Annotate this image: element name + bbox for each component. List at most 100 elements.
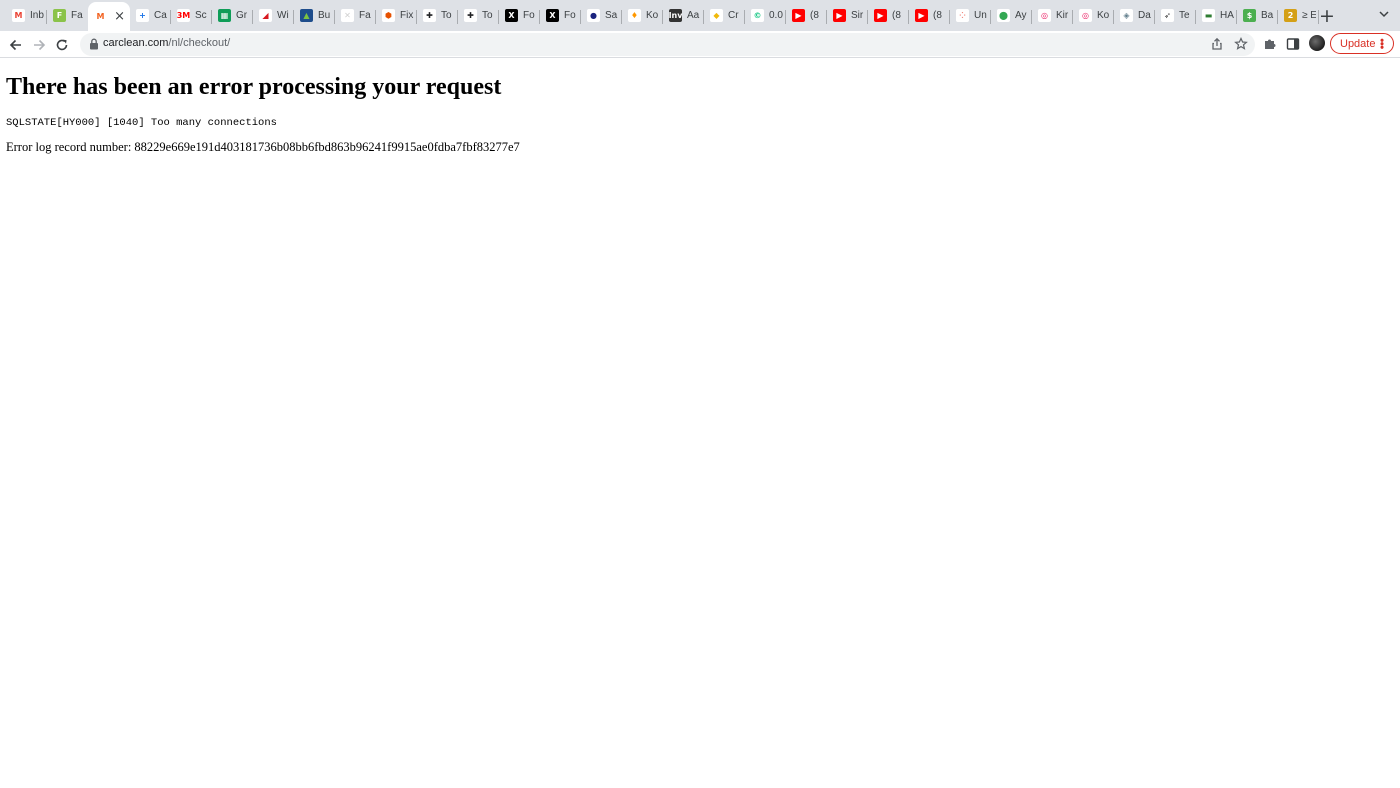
browser-tab[interactable]: ▶ Sir (827, 0, 868, 31)
tab-label: Sir (851, 10, 864, 21)
browser-tab[interactable]: ⬢ Fix (376, 0, 417, 31)
address-bar[interactable]: carclean.com/nl/checkout/ (80, 33, 1255, 56)
plus-cross-icon: + (136, 9, 149, 22)
tab-label: Aa (687, 10, 700, 21)
tab-label: Fa (359, 10, 371, 21)
tab-label: Inb (30, 10, 44, 21)
browser-tab[interactable]: ▶ (8 (868, 0, 909, 31)
tab-label: Kir (1056, 10, 1069, 21)
browser-tab[interactable]: 3M Sc (171, 0, 212, 31)
tab-label: Un (974, 10, 987, 21)
dollar-icon: $ (1243, 9, 1256, 22)
browser-tab[interactable]: $ Ba (1237, 0, 1278, 31)
browser-tab[interactable]: ▶ (8 (909, 0, 950, 31)
browser-tab[interactable]: ⁘ Un (950, 0, 991, 31)
browser-tab[interactable]: ♦ Ko (622, 0, 663, 31)
browser-tab[interactable]: ◎ Kir (1032, 0, 1073, 31)
plus-circle-icon: ✚ (464, 9, 477, 22)
browser-tab[interactable]: ⬤ Ay (991, 0, 1032, 31)
browser-tab[interactable]: ✚ To (458, 0, 499, 31)
tab-label: HA (1220, 10, 1234, 21)
maps-pin-icon: ⬤ (997, 9, 1010, 22)
binance-icon: ◆ (710, 9, 723, 22)
share-icon[interactable] (1210, 37, 1224, 51)
browser-tab[interactable]: ➶ Te (1155, 0, 1196, 31)
x-icon: X (505, 9, 518, 22)
url-path: /nl/checkout/ (168, 37, 231, 49)
browser-tab[interactable]: + Ca (130, 0, 171, 31)
tab-label: (8 (810, 10, 819, 21)
browser-tab[interactable]: ◢ Wi (253, 0, 294, 31)
new-tab-button[interactable]: + (1318, 7, 1336, 26)
sheets-icon: ▦ (218, 9, 231, 22)
youtube-icon: ▶ (915, 9, 928, 22)
shield-icon: ⬢ (382, 9, 395, 22)
youtube-icon: ▶ (874, 9, 887, 22)
dots-icon: ⁘ (956, 9, 969, 22)
browser-tab[interactable]: ▬ HA (1196, 0, 1237, 31)
tab-search-chevron-icon[interactable] (1376, 8, 1392, 24)
coin-icon: © (751, 9, 764, 22)
browser-toolbar: carclean.com/nl/checkout/ (0, 31, 1400, 58)
tab-label: Fa (71, 10, 83, 21)
plus-circle-icon: ✚ (423, 9, 436, 22)
tab-label: (8 (933, 10, 942, 21)
browser-tab[interactable]: ✕ Fa (335, 0, 376, 31)
update-label: Update (1340, 37, 1376, 50)
tab-label: Ay (1015, 10, 1027, 21)
forward-button[interactable] (28, 34, 50, 56)
investing-icon: Inv (669, 9, 682, 22)
card-icon: ▬ (1202, 9, 1215, 22)
tab-label: To (482, 10, 493, 21)
browser-tab[interactable]: M × (88, 2, 130, 31)
tab-label: Bu (318, 10, 331, 21)
browser-tab[interactable]: Inv Aa (663, 0, 704, 31)
browser-tab[interactable]: ● Sa (581, 0, 622, 31)
browser-tab[interactable]: F Fa (47, 0, 88, 31)
browser-tab[interactable]: ✚ To (417, 0, 458, 31)
blank-page-icon: ✕ (341, 9, 354, 22)
browser-tab[interactable]: ▦ Gr (212, 0, 253, 31)
magento-icon: M (94, 10, 107, 23)
browser-tab[interactable]: M Inb (6, 0, 47, 31)
circle-logo-icon: ● (587, 9, 600, 22)
tab-label: Wi (277, 10, 289, 21)
browser-tab[interactable]: X Fo (540, 0, 581, 31)
profile-avatar[interactable] (1309, 35, 1325, 51)
page-content: There has been an error processing your … (6, 58, 1394, 155)
tab-strip: M Inb F Fa M × + Ca 3M Sc ▦ Gr ◢ Wi ▲ Bu ✕ Fa ⬢ Fix ✚ To ✚ To X F… (0, 0, 1400, 31)
kebab-menu-icon[interactable]: ••• (1375, 37, 1388, 47)
reload-icon (56, 39, 68, 51)
swirl-icon: ◎ (1079, 9, 1092, 22)
browser-tab[interactable]: ▲ Bu (294, 0, 335, 31)
tab-label: Ca (154, 10, 167, 21)
back-button[interactable] (5, 34, 27, 56)
sql-error-message: SQLSTATE[HY000] [1040] Too many connecti… (6, 117, 277, 129)
bookmark-star-icon[interactable] (1234, 37, 1248, 51)
extensions-puzzle-icon[interactable] (1263, 37, 1277, 51)
tab-label: Sc (195, 10, 207, 21)
browser-tab[interactable]: ▶ (8 (786, 0, 827, 31)
close-tab-icon[interactable]: × (114, 10, 125, 23)
browser-tab[interactable]: X Fo (499, 0, 540, 31)
lock-icon[interactable] (89, 38, 99, 50)
tab-list: M Inb F Fa M × + Ca 3M Sc ▦ Gr ◢ Wi ▲ Bu ✕ Fa ⬢ Fix ✚ To ✚ To X F… (0, 0, 1319, 31)
tab-label: Sa (605, 10, 618, 21)
browser-tab[interactable]: ◆ Cr (704, 0, 745, 31)
tab-label: Fo (523, 10, 535, 21)
tab-label: To (441, 10, 452, 21)
layers-icon: ◈ (1120, 9, 1133, 22)
gmail-icon: M (12, 9, 25, 22)
tab-label: Gr (236, 10, 248, 21)
browser-tab[interactable]: 2 ≥ E (1278, 0, 1319, 31)
coin-icon: 2 (1284, 9, 1297, 22)
tab-label: Fix (400, 10, 414, 21)
flame-icon: ♦ (628, 9, 641, 22)
side-panel-icon[interactable] (1286, 37, 1300, 51)
update-button[interactable]: Update ••• (1330, 33, 1394, 54)
browser-tab[interactable]: © 0.0 (745, 0, 786, 31)
browser-tab[interactable]: ◎ Ko (1073, 0, 1114, 31)
reload-button[interactable] (51, 34, 73, 56)
url-text[interactable]: carclean.com/nl/checkout/ (103, 37, 230, 49)
browser-tab[interactable]: ◈ Da (1114, 0, 1155, 31)
